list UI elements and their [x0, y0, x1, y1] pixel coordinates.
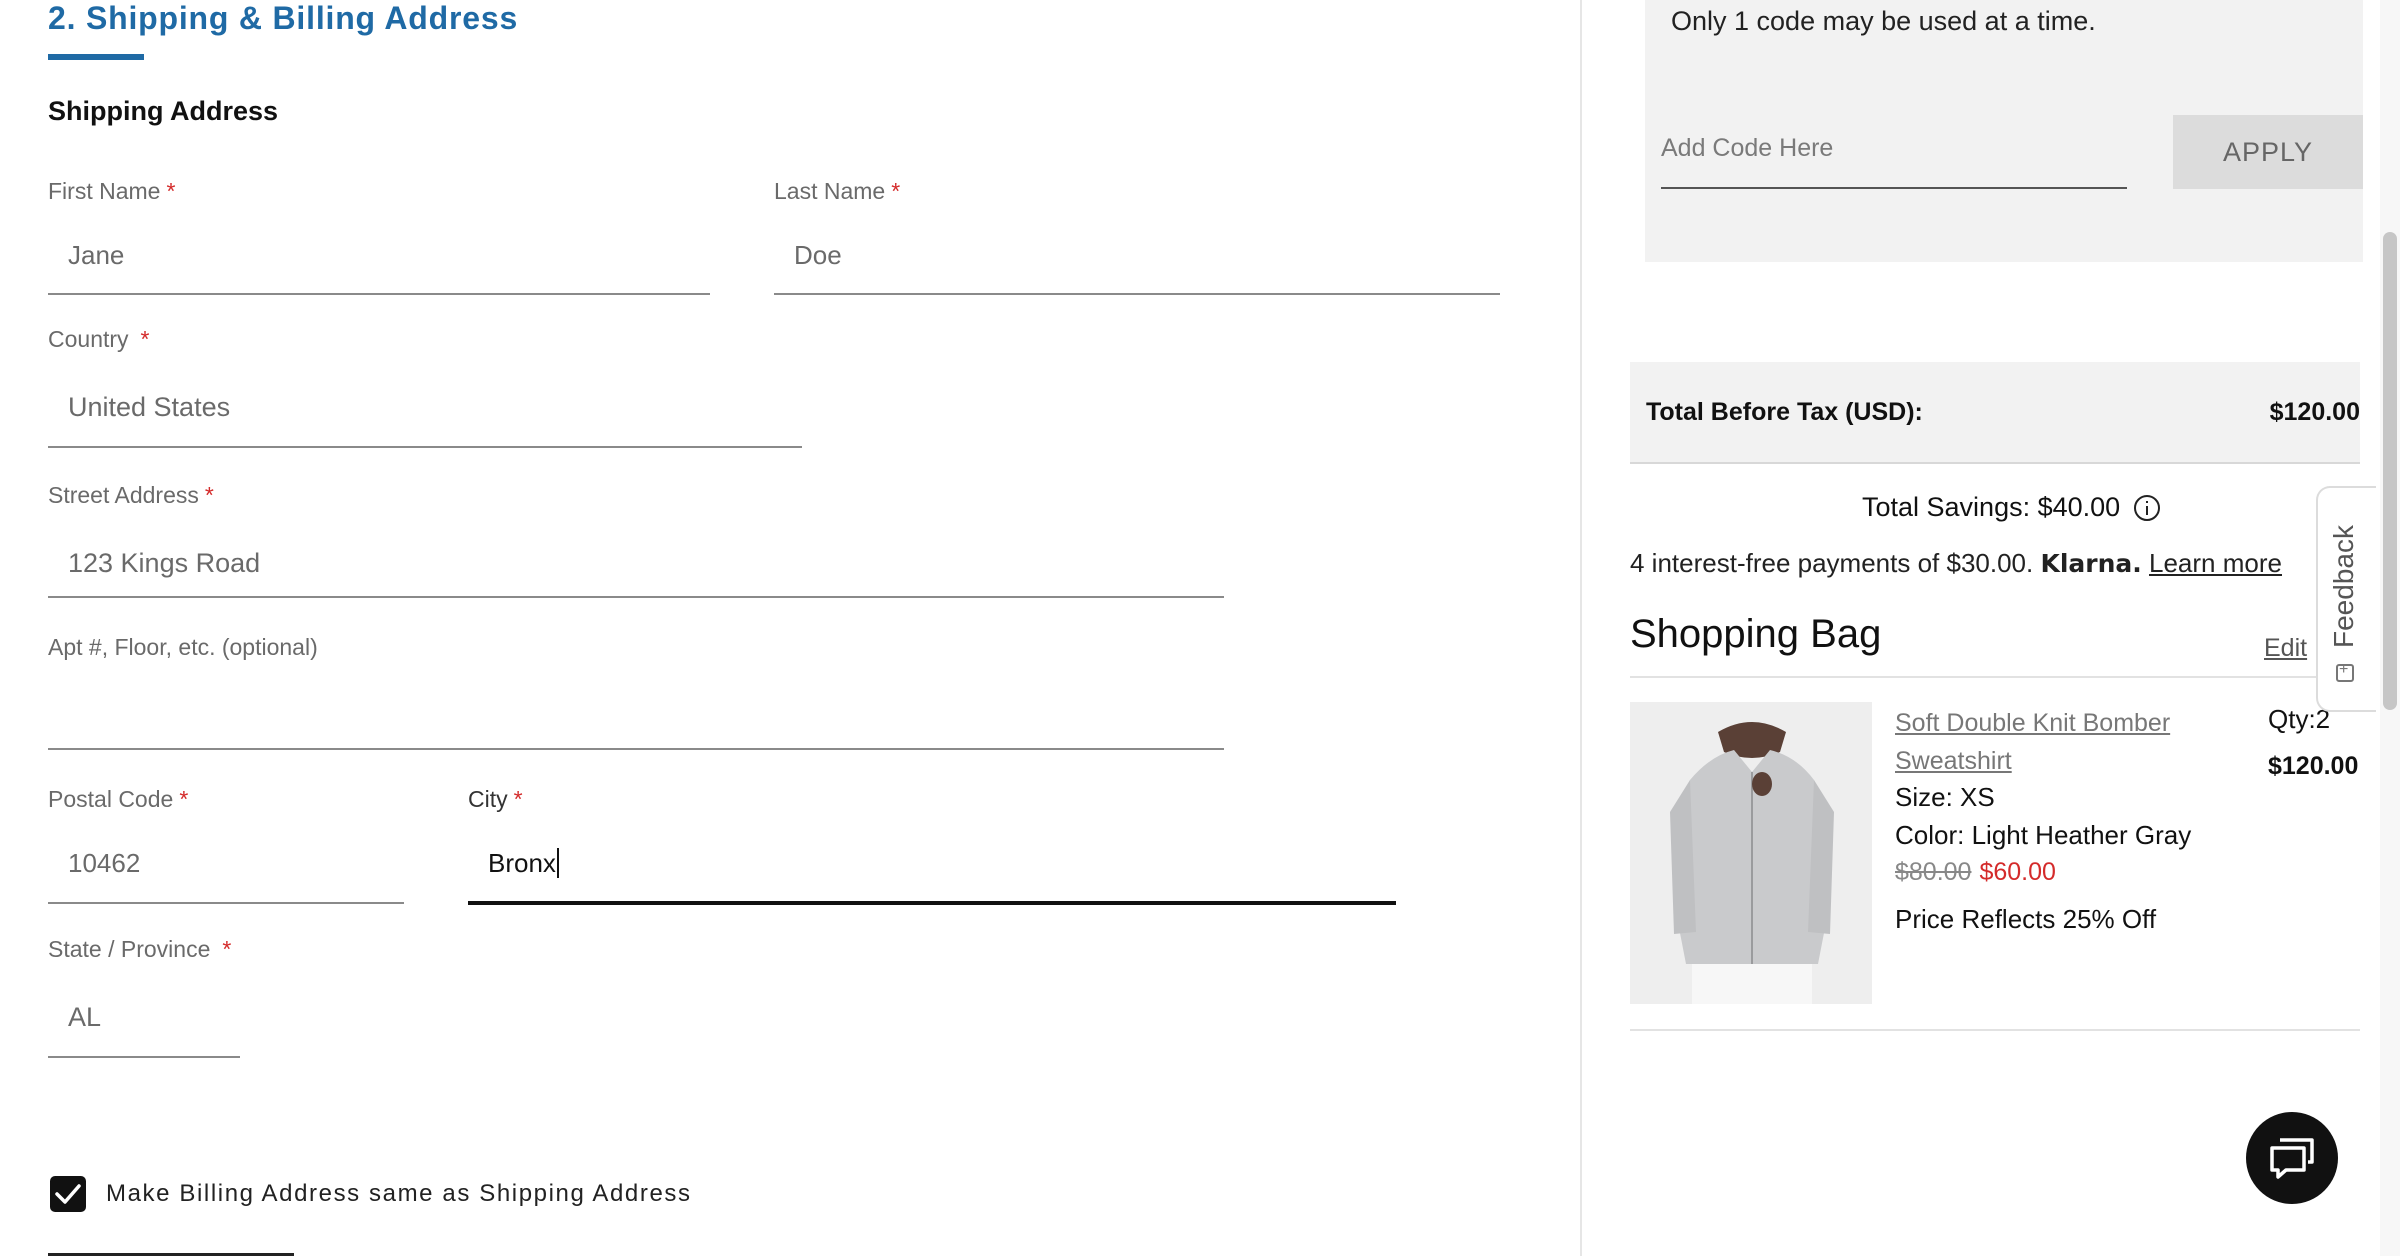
required-mark: * — [179, 786, 189, 812]
price-sale: $60.00 — [1979, 858, 2056, 886]
total-savings: Total Savings: $40.00 — [1862, 492, 2161, 523]
shopping-bag-title: Shopping Bag — [1630, 612, 1882, 656]
klarna-text: 4 interest-free payments of $30.00. — [1630, 548, 2034, 578]
billing-same-label: Make Billing Address same as Shipping Ad… — [106, 1180, 692, 1207]
chat-icon — [2270, 1138, 2314, 1179]
apt-label: Apt #, Floor, etc. (optional) — [48, 634, 318, 660]
postal-code-underline — [48, 902, 404, 904]
last-name-input[interactable]: Doe — [794, 240, 842, 271]
promo-note: Only 1 code may be used at a time. — [1671, 6, 2096, 36]
country-label: Country * — [48, 326, 150, 352]
required-mark: * — [891, 178, 901, 204]
product-name-link[interactable]: Soft Double Knit Bomber Sweatshirt — [1895, 704, 2175, 780]
section-title: 2. Shipping & Billing Address — [48, 0, 519, 36]
promo-code-input[interactable]: Add Code Here — [1661, 134, 1833, 163]
product-color: Color: Light Heather Gray — [1895, 820, 2192, 850]
postal-code-input[interactable]: 10462 — [68, 848, 140, 879]
column-divider — [1580, 0, 1582, 1256]
first-name-label: First Name * — [48, 178, 176, 204]
required-mark: * — [166, 178, 176, 204]
checkbox-checked-icon[interactable] — [50, 1176, 86, 1212]
required-mark: * — [204, 482, 214, 508]
klarna-logo: Klarna. — [2040, 549, 2142, 578]
scrollbar[interactable] — [2380, 0, 2400, 1256]
postal-code-label: Postal Code * — [48, 786, 189, 812]
apt-underline — [48, 748, 1224, 750]
klarna-message: 4 interest-free payments of $30.00. Klar… — [1630, 548, 2282, 579]
bag-divider — [1630, 676, 2360, 678]
last-name-underline — [774, 293, 1500, 295]
street-address-input[interactable]: 123 Kings Road — [68, 548, 260, 579]
section-title-underline — [48, 54, 144, 60]
total-savings-text: Total Savings: $40.00 — [1862, 492, 2121, 522]
first-name-underline — [48, 293, 710, 295]
street-address-label: Street Address * — [48, 482, 214, 508]
street-address-underline — [48, 596, 1224, 598]
city-label: City * — [468, 786, 523, 812]
feedback-tab[interactable]: Feedback — [2316, 486, 2376, 712]
bag-bottom-divider — [1630, 1029, 2360, 1031]
shipping-address-heading: Shipping Address — [48, 96, 279, 126]
bag-edit-link[interactable]: Edit — [2264, 634, 2307, 663]
info-icon[interactable] — [2134, 494, 2161, 521]
promo-code-panel: Only 1 code may be used at a time. Add C… — [1645, 0, 2363, 262]
total-before-tax-value: $120.00 — [2269, 398, 2360, 426]
product-image[interactable] — [1630, 702, 1872, 1004]
state-label: State / Province * — [48, 936, 232, 962]
chat-button[interactable] — [2246, 1112, 2338, 1204]
promo-code-underline — [1661, 187, 2127, 189]
country-underline — [48, 446, 802, 448]
product-line-total: $120.00 — [2268, 752, 2359, 780]
required-mark: * — [140, 326, 150, 352]
last-name-label: Last Name * — [774, 178, 901, 204]
city-input[interactable]: Bronx — [488, 848, 559, 879]
feedback-label: Feedback — [2328, 525, 2359, 648]
first-name-input[interactable]: Jane — [68, 240, 124, 271]
city-underline-focused — [468, 901, 1396, 905]
price-original: $80.00 — [1895, 858, 1972, 886]
feedback-icon — [2336, 661, 2354, 682]
product-price: $80.00 $60.00 — [1895, 858, 2056, 887]
total-before-tax-label: Total Before Tax (USD): — [1646, 398, 1923, 426]
state-underline — [48, 1056, 240, 1058]
product-promo-note: Price Reflects 25% Off — [1895, 904, 2157, 934]
country-select[interactable]: United States — [68, 392, 230, 423]
text-caret — [556, 848, 559, 878]
required-mark: * — [513, 786, 523, 812]
apply-button[interactable]: APPLY — [2173, 115, 2363, 189]
total-before-tax-row: Total Before Tax (USD): $120.00 — [1630, 362, 2360, 464]
city-input-text: Bronx — [488, 848, 556, 878]
state-select[interactable]: AL — [68, 1002, 101, 1033]
product-size: Size: XS — [1895, 782, 1995, 812]
billing-same-row[interactable]: Make Billing Address same as Shipping Ad… — [50, 1176, 692, 1212]
klarna-learn-more-link[interactable]: Learn more — [2149, 548, 2282, 578]
scrollbar-thumb[interactable] — [2383, 232, 2397, 710]
required-mark: * — [222, 936, 232, 962]
